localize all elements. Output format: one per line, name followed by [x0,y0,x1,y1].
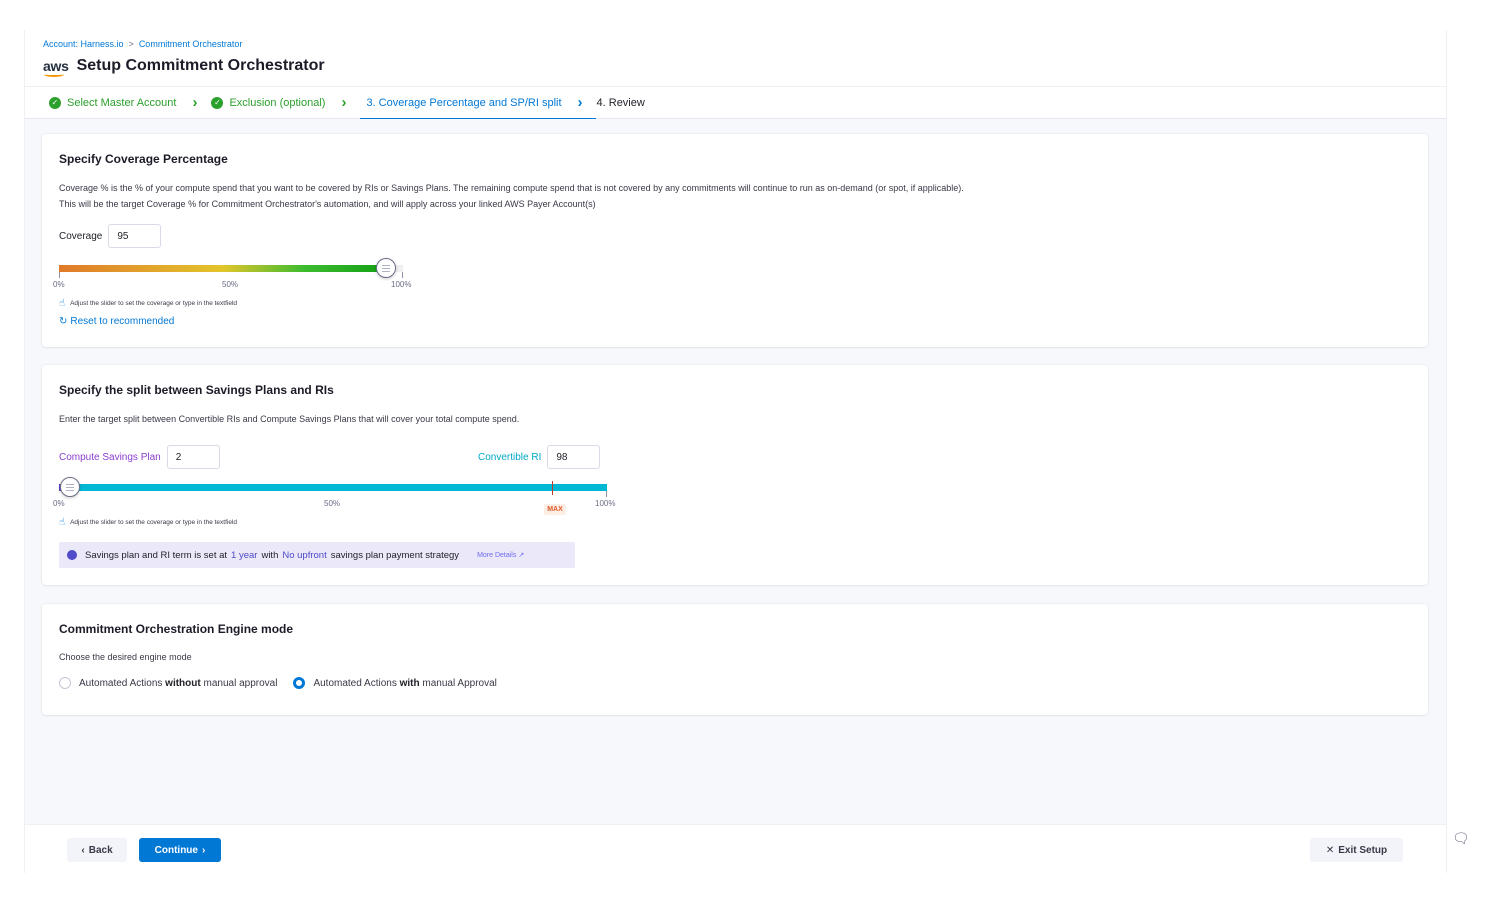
breadcrumb-separator: > [128,39,134,49]
chevron-right-icon: › [201,844,206,856]
chevron-left-icon: ‹ [81,844,85,856]
back-button[interactable]: ‹ Back [67,838,127,862]
chevron-right-icon: › [341,94,347,111]
step-label: 4. Review [596,96,645,109]
step-label: Select Master Account [67,96,177,109]
coverage-label: Coverage [59,230,103,242]
chevron-right-icon: › [192,94,198,111]
coverage-tick-100 [402,272,403,278]
breadcrumb-current-link[interactable]: Commitment Orchestrator [139,39,243,49]
compute-savings-plan-input[interactable]: 2 [166,445,220,469]
split-slider-track [59,484,607,491]
reset-to-recommended-link[interactable]: ↻ Reset to recommended [59,316,174,327]
coverage-input[interactable]: 95 [108,224,162,248]
coverage-tick-0 [59,272,60,278]
step-label: 3. Coverage Percentage and SP/RI split [366,96,562,109]
split-tick-100 [606,491,607,497]
term-value: 1 year [231,549,258,561]
page-title: Setup Commitment Orchestrator [76,57,325,74]
refresh-icon: ↻ [59,316,68,327]
pointer-hand-icon: ☝ [59,298,66,309]
radio-option-with-approval[interactable]: Automated Actions with manual Approval [293,677,497,689]
external-link-icon: ↗ [518,552,525,559]
chevron-right-icon: › [577,94,583,111]
coverage-hint: ☝ Adjust the slider to set the coverage … [59,298,238,309]
coverage-slider-fill [59,265,386,272]
engine-mode-description: Choose the desired engine mode [59,652,192,662]
payment-strategy-value: No upfront [282,549,327,561]
chat-help-icon[interactable]: 🗨 [1452,830,1470,847]
split-slider-handle[interactable] [59,477,80,497]
term-info-banner: Savings plan and RI term is set at 1 yea… [59,542,575,568]
split-tick-label-100: 100% [595,499,616,508]
radio-button-selected[interactable] [293,677,306,689]
wizard-steps: ✓ Select Master Account › ✓ Exclusion (o… [25,86,1446,120]
close-icon: ✕ [1325,844,1335,856]
info-icon [67,550,77,560]
exit-setup-button[interactable]: ✕ Exit Setup [1310,838,1403,862]
check-circle-icon: ✓ [211,96,224,109]
split-description: Enter the target split between Convertib… [59,414,520,424]
split-tick-label-50: 50% [324,499,341,508]
coverage-slider-handle[interactable] [375,258,396,278]
aws-logo: aws [43,59,69,77]
split-heading: Specify the split between Savings Plans … [59,383,334,397]
continue-button[interactable]: Continue › [139,838,221,862]
coverage-tick-label-50: 50% [222,280,239,289]
split-hint: ☝ Adjust the slider to set the coverage … [59,517,238,528]
max-badge: MAX [544,504,566,515]
split-max-marker [552,481,554,495]
step-coverage-percentage[interactable]: 3. Coverage Percentage and SP/RI split [360,86,596,120]
step-exclusion[interactable]: ✓ Exclusion (optional) [211,86,325,119]
coverage-tick-label-100: 100% [391,280,412,289]
more-details-link[interactable]: More Details ↗ [477,551,524,559]
convertible-ri-input[interactable]: 98 [547,445,601,469]
coverage-description: Coverage % is the % of your compute spen… [59,183,964,209]
check-circle-icon: ✓ [49,96,61,109]
coverage-heading: Specify Coverage Percentage [59,152,228,166]
convertible-ri-label: Convertible RI [478,451,542,463]
breadcrumb-account-link[interactable]: Account: Harness.io [43,39,124,49]
breadcrumb: Account: Harness.io > Commitment Orchest… [43,39,242,49]
app-window: Account: Harness.io > Commitment Orchest… [24,30,1447,873]
split-tick-label-0: 0% [53,499,65,508]
step-select-master-account[interactable]: ✓ Select Master Account [49,86,176,119]
main-content: Specify Coverage Percentage Coverage % i… [25,119,1446,824]
split-card: Specify the split between Savings Plans … [42,365,1428,585]
radio-option-without-approval[interactable]: Automated Actions without manual approva… [59,677,277,689]
coverage-card: Specify Coverage Percentage Coverage % i… [42,134,1428,347]
page-header: Account: Harness.io > Commitment Orchest… [25,30,1446,86]
coverage-tick-label-0: 0% [53,280,65,289]
step-review[interactable]: 4. Review [597,86,645,119]
pointer-hand-icon: ☝ [59,517,66,528]
wizard-footer: ‹ Back Continue › ✕ Exit Setup [25,824,1446,873]
engine-mode-heading: Commitment Orchestration Engine mode [59,622,294,636]
engine-mode-card: Commitment Orchestration Engine mode Cho… [42,604,1428,715]
radio-button-unselected[interactable] [59,677,71,689]
compute-savings-plan-label: Compute Savings Plan [59,451,161,463]
step-label: Exclusion (optional) [229,96,326,109]
